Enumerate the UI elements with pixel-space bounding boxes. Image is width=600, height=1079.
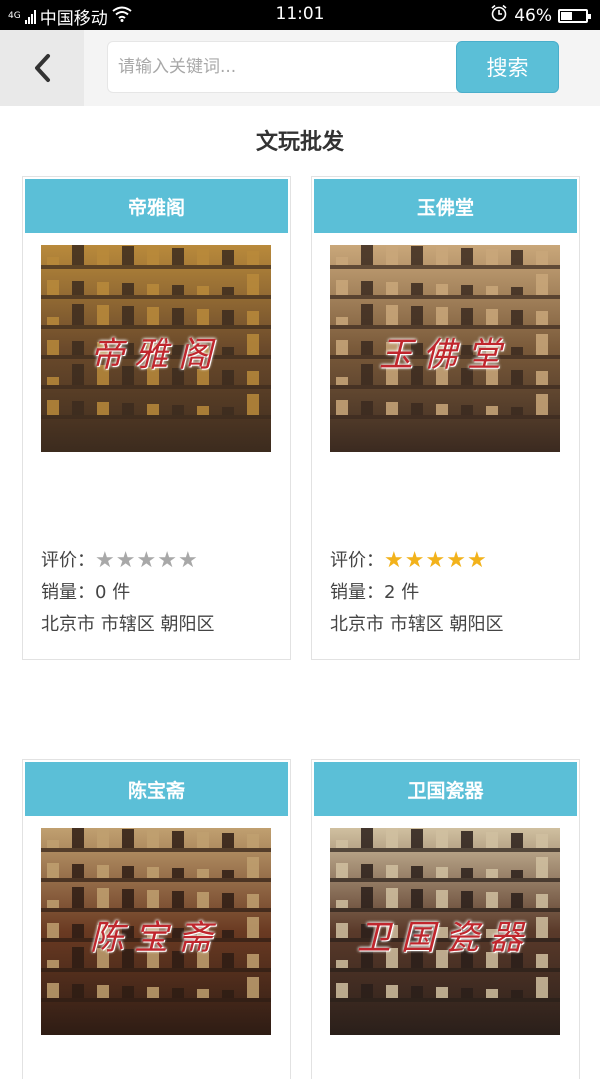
page-title: 文玩批发 bbox=[255, 130, 344, 155]
rating-label: 评价： bbox=[330, 550, 384, 571]
rating-row: 评价： ★ ★ ★ ★ ★ bbox=[330, 545, 503, 577]
shop-image-calligraphy: 陈宝斋 bbox=[90, 918, 222, 958]
shop-image-calligraphy: 帝雅阁 bbox=[90, 335, 222, 375]
shop-name[interactable]: 帝雅阁 bbox=[25, 179, 288, 233]
shop-image-calligraphy: 玉佛堂 bbox=[379, 335, 511, 375]
shop-info: 评价： ★ ★ ★ ★ ★ 销量：2 件 北京市 市辖区 朝阳区 bbox=[330, 545, 503, 641]
shop-card[interactable]: 玉佛堂 玉佛堂 评价： ★ ★ ★ ★ ★ 销量：2 件 北京市 市辖区 朝阳区 bbox=[311, 176, 580, 660]
sales-label: 销量： bbox=[330, 582, 384, 603]
star-icon: ★ bbox=[425, 548, 446, 573]
search-box: 搜索 bbox=[107, 41, 559, 93]
star-icon: ★ bbox=[446, 548, 466, 573]
sales-count: 2 bbox=[384, 582, 396, 603]
star-icon: ★ bbox=[404, 548, 425, 573]
star-icon: ★ bbox=[115, 548, 136, 573]
status-bar: 4G 中国移动 11:01 46% bbox=[0, 0, 600, 30]
shop-image[interactable]: 陈宝斋 bbox=[41, 828, 271, 1035]
battery-icon bbox=[558, 8, 591, 23]
shop-image-calligraphy: 卫国瓷器 bbox=[357, 918, 533, 958]
shop-card[interactable]: 陈宝斋 陈宝斋 bbox=[22, 759, 291, 1079]
shop-info: 评价： ★ ★ ★ ★ ★ 销量：0 件 北京市 市辖区 朝阳区 bbox=[41, 545, 214, 641]
star-icon: ★ bbox=[384, 548, 404, 573]
search-input[interactable] bbox=[118, 42, 448, 92]
alarm-icon bbox=[490, 4, 508, 27]
search-button[interactable]: 搜索 bbox=[456, 41, 559, 93]
shop-name[interactable]: 陈宝斋 bbox=[25, 762, 288, 816]
shop-card[interactable]: 卫国瓷器 卫国瓷器 bbox=[311, 759, 580, 1079]
rating-row: 评价： ★ ★ ★ ★ ★ bbox=[41, 545, 214, 577]
sales-count: 0 bbox=[95, 582, 107, 603]
shop-name[interactable]: 玉佛堂 bbox=[314, 179, 577, 233]
shop-card[interactable]: 帝雅阁 帝雅阁 评价： ★ ★ ★ ★ ★ 销量：0 件 北京市 市辖区 朝阳区 bbox=[22, 176, 291, 660]
shop-location: 北京市 市辖区 朝阳区 bbox=[41, 614, 215, 635]
star-icon: ★ bbox=[466, 548, 487, 573]
sales-label: 销量： bbox=[41, 582, 95, 603]
star-icon: ★ bbox=[95, 548, 115, 573]
rating-label: 评价： bbox=[41, 550, 95, 571]
shop-location: 北京市 市辖区 朝阳区 bbox=[330, 614, 504, 635]
chevron-left-icon bbox=[35, 54, 50, 82]
sales-unit: 件 bbox=[401, 582, 420, 603]
star-icon: ★ bbox=[136, 548, 157, 573]
star-icon: ★ bbox=[157, 548, 177, 573]
back-button[interactable] bbox=[0, 30, 84, 106]
sales-unit: 件 bbox=[112, 582, 131, 603]
rating-stars: ★ ★ ★ ★ ★ bbox=[95, 545, 198, 577]
rating-stars: ★ ★ ★ ★ ★ bbox=[384, 545, 487, 577]
sales-row: 销量：2 件 bbox=[330, 577, 503, 609]
search-header: 搜索 bbox=[0, 30, 600, 106]
shop-image[interactable]: 帝雅阁 bbox=[41, 245, 271, 452]
sales-row: 销量：0 件 bbox=[41, 577, 214, 609]
battery-percent: 46% bbox=[514, 5, 552, 26]
star-icon: ★ bbox=[177, 548, 198, 573]
shop-name[interactable]: 卫国瓷器 bbox=[314, 762, 577, 816]
shop-image[interactable]: 玉佛堂 bbox=[330, 245, 560, 452]
shop-image[interactable]: 卫国瓷器 bbox=[330, 828, 560, 1035]
